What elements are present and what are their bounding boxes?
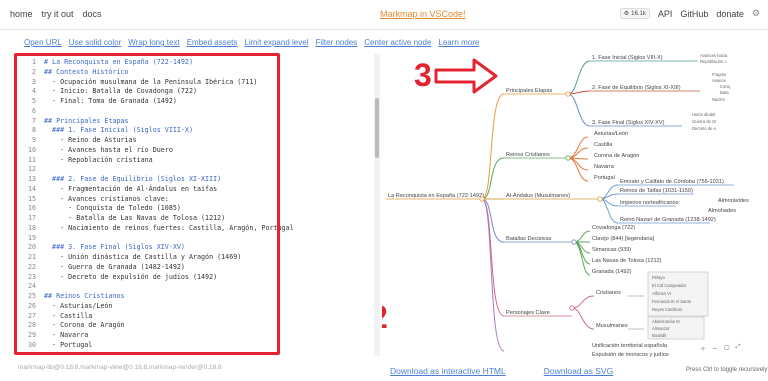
nav-home-link[interactable]: home bbox=[10, 9, 33, 19]
use-solid-color-button[interactable]: Use solid color bbox=[69, 38, 121, 47]
mindmap-leaf[interactable]: Abderramán III bbox=[652, 319, 680, 324]
mindmap-node-etapas[interactable]: Principales Etapas bbox=[506, 88, 553, 94]
mindmap-leaf[interactable]: Avance bbox=[712, 78, 727, 83]
mindmap-controls: ＋ － ▢ ⤢ bbox=[700, 344, 741, 353]
mindmap-leaf[interactable]: Clavijo (844) [legendaria] bbox=[592, 236, 655, 242]
mindmap-leaf[interactable]: Alfonso VI bbox=[652, 291, 671, 296]
gear-icon: ⚙ bbox=[623, 11, 630, 17]
mindmap-leaf[interactable]: Decreto de e bbox=[692, 126, 717, 131]
mindmap-leaf[interactable]: Fragme bbox=[712, 72, 727, 77]
download-svg-link[interactable]: Download as SVG bbox=[544, 366, 613, 376]
keyboard-hint: Press Ctrl to toggle recursively bbox=[686, 367, 768, 373]
mindmap-leaf[interactable]: Avances hacia bbox=[700, 53, 728, 58]
embed-assets-button[interactable]: Embed assets bbox=[187, 38, 238, 47]
mindmap-leaf[interactable]: Navarra bbox=[594, 164, 615, 170]
mindmap-leaf[interactable]: Repoblación c bbox=[700, 59, 727, 64]
nav-api-link[interactable]: API bbox=[658, 9, 673, 19]
mindmap-canvas[interactable]: 1 2 3 La Reconquista en Esp bbox=[382, 46, 768, 358]
annotation-red-box bbox=[14, 53, 280, 355]
mindmap-leaf[interactable]: Reyes Católicos bbox=[652, 307, 682, 312]
editor-scrollbar[interactable] bbox=[374, 54, 380, 356]
mindmap-node-fase2[interactable]: 2. Fase de Equilibrio (Siglos XI-XIII) bbox=[592, 85, 681, 91]
mindmap-node-personajes[interactable]: Personajes Clave bbox=[506, 310, 550, 316]
mindmap-leaf[interactable]: Fernando III el Santo bbox=[652, 299, 692, 304]
mindmap-leaf[interactable]: Unión dinást bbox=[692, 112, 716, 117]
mindmap-leaf[interactable]: Corona de Aragón bbox=[594, 153, 639, 159]
nav-docs-link[interactable]: docs bbox=[83, 9, 102, 19]
nav-try-it-out-link[interactable]: try it out bbox=[42, 9, 74, 19]
mindmap-leaf[interactable]: Reinos de Taifas (1031-1150) bbox=[620, 188, 693, 194]
mindmap-leaf[interactable]: Almanzor bbox=[652, 326, 670, 331]
zoom-out-icon[interactable]: － bbox=[712, 344, 718, 353]
annotation-label-3: 3 bbox=[414, 57, 432, 93]
filter-nodes-button[interactable]: Filter nodes bbox=[315, 38, 357, 47]
fit-icon[interactable]: ▢ bbox=[724, 344, 730, 353]
mindmap-node-fase1[interactable]: 1. Fase Inicial (Siglos VIII-X) bbox=[592, 55, 663, 61]
settings-icon[interactable]: ⚙ bbox=[752, 8, 760, 19]
nav-links: home try it out docs bbox=[10, 9, 102, 19]
stars-count: 16.1k bbox=[631, 10, 646, 17]
mindmap-leaf[interactable]: Guerra de Gr bbox=[692, 119, 717, 124]
annotation-arrow-right bbox=[434, 58, 498, 94]
version-info: markmap-lib@0.18.8,markmap-view@0.18.8,m… bbox=[18, 364, 222, 371]
mindmap-leaf[interactable]: Emirato y Califato de Córdoba (756-1031) bbox=[620, 179, 724, 185]
mindmap-node-reinos[interactable]: Reinos Cristianos bbox=[506, 152, 550, 158]
download-html-link[interactable]: Download as interactive HTML bbox=[390, 366, 506, 376]
mindmap-node-andalus[interactable]: Al-Ándalus (Musulmanes) bbox=[506, 192, 570, 199]
scrollbar-thumb[interactable] bbox=[375, 98, 379, 158]
mindmap-leaf[interactable]: Almohades bbox=[708, 208, 736, 214]
mindmap-root-node[interactable]: La Reconquista en España (722-1492) bbox=[388, 193, 484, 199]
mindmap-leaf[interactable]: Las Navas de Tolosa (1212) bbox=[592, 258, 662, 264]
mindmap-leaf[interactable]: Almorávides bbox=[718, 198, 749, 204]
mindmap-leaf[interactable]: Simancas (939) bbox=[592, 247, 631, 253]
mindmap-leaf[interactable]: Bata bbox=[720, 90, 729, 95]
mindmap-node-fase3[interactable]: 3. Fase Final (Siglos XIV-XV) bbox=[592, 120, 665, 126]
github-stars-badge[interactable]: ⚙ 16.1k bbox=[619, 8, 650, 19]
mindmap-leaf[interactable]: Granada (1492) bbox=[592, 269, 632, 275]
mindmap-leaf[interactable]: El Cid Campeador bbox=[652, 283, 687, 288]
expand-icon[interactable]: ⤢ bbox=[736, 344, 741, 353]
nav-right: ⚙ 16.1k API GitHub donate ⚙ bbox=[619, 8, 760, 19]
mindmap-leaf[interactable]: Asturias/León bbox=[594, 131, 628, 137]
top-navigation: home try it out docs Markmap in VSCode! … bbox=[0, 0, 768, 30]
mindmap-leaf[interactable]: Portugal bbox=[594, 175, 615, 181]
mindmap-leaf[interactable]: Boabdil bbox=[652, 333, 666, 338]
annotation-label-2: 2 bbox=[382, 299, 388, 335]
mindmap-node-batallas[interactable]: Batallas Decisivas bbox=[506, 236, 552, 242]
nav-github-link[interactable]: GitHub bbox=[680, 9, 708, 19]
vscode-link[interactable]: Markmap in VSCode! bbox=[380, 9, 466, 19]
limit-expand-level-button[interactable]: Limit expand level bbox=[244, 38, 308, 47]
mindmap-node-musulmanes[interactable]: Musulmanes bbox=[596, 323, 628, 329]
open-url-button[interactable]: Open URL bbox=[24, 38, 62, 47]
mindmap-node-cristianos[interactable]: Cristianos bbox=[596, 290, 621, 296]
download-links: Download as interactive HTML Download as… bbox=[390, 366, 613, 376]
mindmap-leaf[interactable]: Nacimi bbox=[712, 97, 725, 102]
mindmap-leaf[interactable]: Conq bbox=[720, 84, 731, 89]
mindmap-leaf[interactable]: Pelayo bbox=[652, 275, 665, 280]
zoom-in-icon[interactable]: ＋ bbox=[700, 344, 706, 353]
wrap-long-text-button[interactable]: Wrap long text bbox=[128, 38, 179, 47]
nav-donate-link[interactable]: donate bbox=[716, 9, 744, 19]
mindmap-leaf[interactable]: Expulsión de moriscos y judíos bbox=[592, 352, 669, 358]
mindmap-leaf[interactable]: Reino Nazarí de Granada (1238-1492) bbox=[620, 217, 716, 223]
mindmap-leaf[interactable]: Castilla bbox=[594, 142, 613, 148]
mindmap-leaf[interactable]: Unificación territorial española bbox=[592, 343, 668, 349]
mindmap-leaf[interactable]: Covadonga (722) bbox=[592, 225, 635, 231]
mindmap-leaf[interactable]: Imperios norteafricanos: bbox=[620, 200, 680, 206]
